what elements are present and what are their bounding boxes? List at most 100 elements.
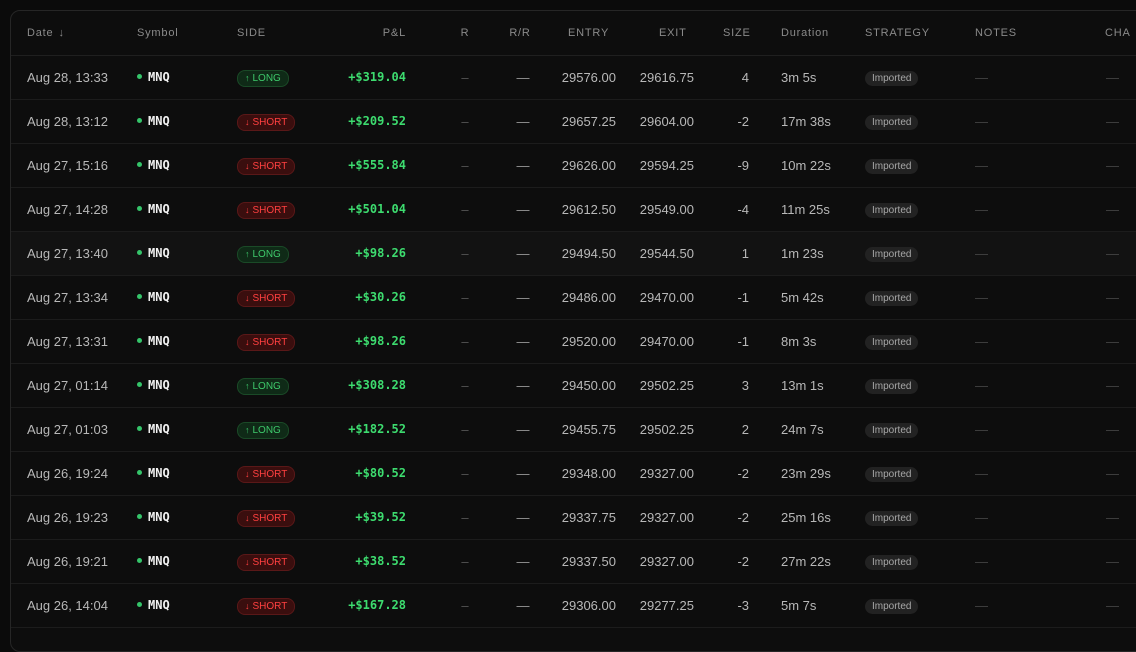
trade-size: -4 xyxy=(737,202,749,217)
trade-strategy[interactable]: Imported xyxy=(865,144,965,187)
trade-notes[interactable]: — xyxy=(975,188,995,231)
header-side[interactable]: SIDE xyxy=(237,27,266,39)
trade-strategy[interactable]: Imported xyxy=(865,232,965,275)
side-badge: ↓ SHORT xyxy=(237,290,296,308)
trade-chart[interactable]: — xyxy=(1106,100,1126,143)
trade-r: – xyxy=(461,158,469,173)
header-rr[interactable]: R/R xyxy=(505,27,535,39)
trade-strategy[interactable]: Imported xyxy=(865,408,965,451)
trade-pnl: +$555.84 xyxy=(348,158,406,172)
trade-duration: 13m 1s xyxy=(781,378,824,393)
trade-strategy[interactable]: Imported xyxy=(865,584,965,627)
table-row[interactable]: Aug 27, 01:14 MNQ ↑ LONG +$308.28 – — 29450.00 2… xyxy=(11,364,1136,408)
strategy-tag[interactable]: Imported xyxy=(865,203,919,219)
trade-notes[interactable]: — xyxy=(975,276,995,319)
trade-date: Aug 26, 19:21 xyxy=(27,554,108,569)
trade-date: Aug 27, 01:14 xyxy=(27,378,108,393)
trade-pnl: +$98.26 xyxy=(355,334,406,348)
trade-notes[interactable]: — xyxy=(975,364,995,407)
trade-chart[interactable]: — xyxy=(1106,56,1126,99)
table-row[interactable]: Aug 28, 13:12 MNQ ↓ SHORT +$209.52 – — 29657.25… xyxy=(11,100,1136,144)
trade-notes[interactable]: — xyxy=(975,232,995,275)
strategy-tag[interactable]: Imported xyxy=(865,511,919,527)
table-row[interactable]: Aug 27, 15:16 MNQ ↓ SHORT +$555.84 – — 29626.00… xyxy=(11,144,1136,188)
trade-notes[interactable]: — xyxy=(975,320,995,363)
trade-strategy[interactable]: Imported xyxy=(865,276,965,319)
header-r[interactable]: R xyxy=(455,27,475,39)
trade-chart[interactable]: — xyxy=(1106,584,1126,627)
trade-chart[interactable]: — xyxy=(1106,496,1126,539)
trade-entry: 29348.00 xyxy=(561,466,616,481)
trade-entry: 29337.75 xyxy=(561,510,616,525)
trade-exit: 29277.25 xyxy=(639,598,694,613)
header-chart[interactable]: CHA xyxy=(1105,27,1131,39)
trade-strategy[interactable]: Imported xyxy=(865,100,965,143)
strategy-tag[interactable]: Imported xyxy=(865,71,919,87)
strategy-tag[interactable]: Imported xyxy=(865,555,919,571)
header-date[interactable]: Date ↓ xyxy=(27,27,65,39)
trade-strategy[interactable]: Imported xyxy=(865,540,965,583)
table-row[interactable]: Aug 26, 14:04 MNQ ↓ SHORT +$167.28 – — 29306.00… xyxy=(11,584,1136,628)
trade-pnl: +$501.04 xyxy=(348,202,406,216)
table-row[interactable]: Aug 27, 13:31 MNQ ↓ SHORT +$98.26 – — 29520.00 2… xyxy=(11,320,1136,364)
header-symbol[interactable]: Symbol xyxy=(137,27,178,39)
trade-rr: — xyxy=(516,466,530,481)
trade-chart[interactable]: — xyxy=(1106,232,1126,275)
trade-chart[interactable]: — xyxy=(1106,276,1126,319)
trade-chart[interactable]: — xyxy=(1106,320,1126,363)
table-row[interactable]: Aug 27, 14:28 MNQ ↓ SHORT +$501.04 – — 29612.50… xyxy=(11,188,1136,232)
trade-chart[interactable]: — xyxy=(1106,540,1126,583)
header-exit[interactable]: EXIT xyxy=(659,27,687,39)
trade-strategy[interactable]: Imported xyxy=(865,188,965,231)
strategy-tag[interactable]: Imported xyxy=(865,247,919,263)
trade-strategy[interactable]: Imported xyxy=(865,496,965,539)
trade-pnl: +$308.28 xyxy=(348,378,406,392)
strategy-tag[interactable]: Imported xyxy=(865,115,919,131)
header-notes[interactable]: NOTES xyxy=(975,27,1017,39)
trade-strategy[interactable]: Imported xyxy=(865,320,965,363)
table-row[interactable]: Aug 27, 13:40 MNQ ↑ LONG +$98.26 – — 29494.50 29… xyxy=(11,232,1136,276)
header-size[interactable]: SIZE xyxy=(723,27,751,39)
trade-chart[interactable]: — xyxy=(1106,144,1126,187)
trade-notes[interactable]: — xyxy=(975,584,995,627)
strategy-tag[interactable]: Imported xyxy=(865,335,919,351)
table-row[interactable]: Aug 27, 13:34 MNQ ↓ SHORT +$30.26 – — 29486.00 2… xyxy=(11,276,1136,320)
trade-size: -2 xyxy=(737,554,749,569)
side-badge: ↓ SHORT xyxy=(237,158,296,176)
table-row[interactable]: Aug 28, 13:33 MNQ ↑ LONG +$319.04 – — 29576.00 2… xyxy=(11,56,1136,100)
strategy-tag[interactable]: Imported xyxy=(865,599,919,615)
strategy-tag[interactable]: Imported xyxy=(865,291,919,307)
status-dot-icon xyxy=(137,294,142,299)
table-row[interactable]: Aug 26, 19:24 MNQ ↓ SHORT +$80.52 – — 29348.00 2… xyxy=(11,452,1136,496)
header-pnl[interactable]: P&L xyxy=(346,27,406,39)
table-row[interactable]: Aug 26, 19:23 MNQ ↓ SHORT +$39.52 – — 29337.75 2… xyxy=(11,496,1136,540)
trade-chart[interactable]: — xyxy=(1106,364,1126,407)
trade-chart[interactable]: — xyxy=(1106,408,1126,451)
strategy-tag[interactable]: Imported xyxy=(865,423,919,439)
header-entry[interactable]: ENTRY xyxy=(568,27,609,39)
trade-notes[interactable]: — xyxy=(975,452,995,495)
trade-rr: — xyxy=(516,422,530,437)
trade-chart[interactable]: — xyxy=(1106,452,1126,495)
trade-notes[interactable]: — xyxy=(975,540,995,583)
table-row[interactable]: Aug 26, 19:21 MNQ ↓ SHORT +$38.52 – — 29337.50 2… xyxy=(11,540,1136,584)
trade-rr: — xyxy=(516,510,530,525)
trade-notes[interactable]: — xyxy=(975,408,995,451)
trade-chart[interactable]: — xyxy=(1106,188,1126,231)
trade-duration: 5m 42s xyxy=(781,290,824,305)
table-row[interactable]: Aug 27, 01:03 MNQ ↑ LONG +$182.52 – — 29455.75 2… xyxy=(11,408,1136,452)
strategy-tag[interactable]: Imported xyxy=(865,159,919,175)
trade-strategy[interactable]: Imported xyxy=(865,452,965,495)
trade-symbol: MNQ xyxy=(137,100,227,143)
trade-notes[interactable]: — xyxy=(975,144,995,187)
sort-descending-icon: ↓ xyxy=(58,27,65,39)
trade-notes[interactable]: — xyxy=(975,100,995,143)
strategy-tag[interactable]: Imported xyxy=(865,467,919,483)
trade-strategy[interactable]: Imported xyxy=(865,364,965,407)
trade-strategy[interactable]: Imported xyxy=(865,56,965,99)
header-duration[interactable]: Duration xyxy=(781,27,829,39)
trade-notes[interactable]: — xyxy=(975,56,995,99)
header-strategy[interactable]: STRATEGY xyxy=(865,27,930,39)
strategy-tag[interactable]: Imported xyxy=(865,379,919,395)
trade-notes[interactable]: — xyxy=(975,496,995,539)
